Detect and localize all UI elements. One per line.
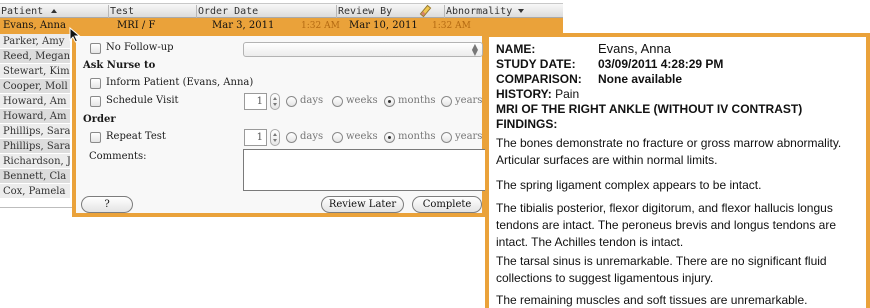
repeat-unit-years-radio[interactable] [441,132,452,143]
study-date-label: STUDY DATE: [496,57,576,71]
visit-count-stepper[interactable] [270,93,280,110]
followup-select[interactable]: ▲ ▼ [243,42,483,57]
radio-label-weeks: weeks [346,131,378,142]
radio-label-years: years [455,131,483,142]
select-arrows-icon: ▲ ▼ [471,42,478,57]
repeat-count-stepper[interactable] [270,129,280,146]
repeat-count-field[interactable]: 1 [244,129,267,146]
help-button[interactable]: ? [81,196,133,213]
comments-label: Comments: [89,151,147,162]
cell-patient: Evans, Anna [3,20,66,31]
column-header-label: Abnormality [446,6,513,17]
column-header-label: Patient [1,6,44,17]
table-row[interactable]: Cox, Pamela [0,184,70,199]
history-label: HISTORY: [496,87,552,101]
table-row[interactable]: Bennett, Cla [0,169,70,184]
study-date-value: 03/09/2011 4:28:29 PM [598,57,724,71]
ask-nurse-heading: Ask Nurse to [83,60,156,71]
name-label: NAME: [496,42,536,56]
table-row[interactable]: Cooper, Moll [0,79,70,94]
table-row[interactable]: Reed, Megan [0,49,70,64]
radio-label-months: months [398,95,436,106]
findings-label: FINDINGS: [496,117,558,131]
table-row[interactable]: Howard, Am [0,94,70,109]
patient-name: Evans, Anna [598,41,671,56]
table-row[interactable]: Richardson, J [0,154,70,169]
order-heading: Order [83,114,116,125]
repeat-test-checkbox[interactable] [90,132,101,143]
visit-unit-days-radio[interactable] [286,96,297,107]
exam-title: MRI OF THE RIGHT ANKLE (WITHOUT IV CONTR… [496,102,803,116]
visit-unit-months-radio[interactable] [384,96,395,107]
schedule-visit-checkbox[interactable] [90,96,101,107]
comments-textarea[interactable] [243,149,487,191]
column-header-order-date[interactable]: Order Date [197,5,337,18]
no-followup-label: No Follow-up [106,42,174,53]
column-header-test[interactable]: Test [109,5,197,18]
repeat-unit-days-radio[interactable] [286,132,297,143]
findings-paragraph: The bones demonstrate no fracture or gro… [496,136,842,167]
followup-dialog: No Follow-up ▲ ▼ Ask Nurse to Inform Pati… [72,32,487,217]
radio-label-weeks: weeks [346,95,378,106]
findings-paragraph: The spring ligament complex appears to b… [496,178,762,192]
table-row[interactable]: Parker, Amy [0,34,70,49]
pencil-icon[interactable] [420,6,429,15]
table-row[interactable]: Howard, Am [0,109,70,124]
visit-unit-weeks-radio[interactable] [332,96,343,107]
inform-patient-label: Inform Patient (Evans, Anna) [106,77,254,88]
table-row[interactable]: Phillips, Sara [0,124,70,139]
radio-label-days: days [300,131,324,142]
sort-up-icon [51,9,58,13]
comparison-label: COMPARISON: [496,72,582,86]
comparison-value: None available [598,72,683,86]
schedule-visit-label: Schedule Visit [106,95,179,106]
radio-label-years: years [455,95,483,106]
visit-count-field[interactable]: 1 [244,93,267,110]
repeat-test-label: Repeat Test [106,131,166,142]
column-header-label: Review By [338,6,393,17]
findings-paragraph: The remaining muscles and soft tissues a… [496,293,808,307]
column-header-abnormality[interactable]: Abnormality [445,5,563,18]
column-header-label: Order Date [198,6,259,17]
table-header: Patient Test Order Date Review By Abnorm… [0,3,563,18]
visit-unit-years-radio[interactable] [441,96,452,107]
radio-label-days: days [300,95,324,106]
repeat-unit-months-radio[interactable] [384,132,395,143]
history-value: Pain [555,87,580,101]
cursor-icon [69,27,81,43]
inform-patient-checkbox[interactable] [90,78,101,89]
radiology-report: NAME: Evans, Anna STUDY DATE: 03/09/2011… [485,33,870,308]
repeat-unit-weeks-radio[interactable] [332,132,343,143]
column-header-patient[interactable]: Patient [0,5,109,18]
column-header-label: Test [110,6,135,17]
sort-down-icon [518,9,525,13]
no-followup-checkbox[interactable] [90,43,101,54]
findings-paragraph: The tibialis posterior, flexor digitorum… [496,201,837,249]
findings-paragraph: The tarsal sinus is unremarkable. There … [496,254,827,285]
table-row[interactable]: Stewart, Kim [0,64,70,79]
complete-button[interactable]: Complete [412,196,482,213]
radio-label-months: months [398,131,436,142]
column-header-review-by[interactable]: Review By [337,5,445,18]
review-later-button[interactable]: Review Later [321,196,404,213]
table-row[interactable]: Phillips, Sara [0,139,70,154]
